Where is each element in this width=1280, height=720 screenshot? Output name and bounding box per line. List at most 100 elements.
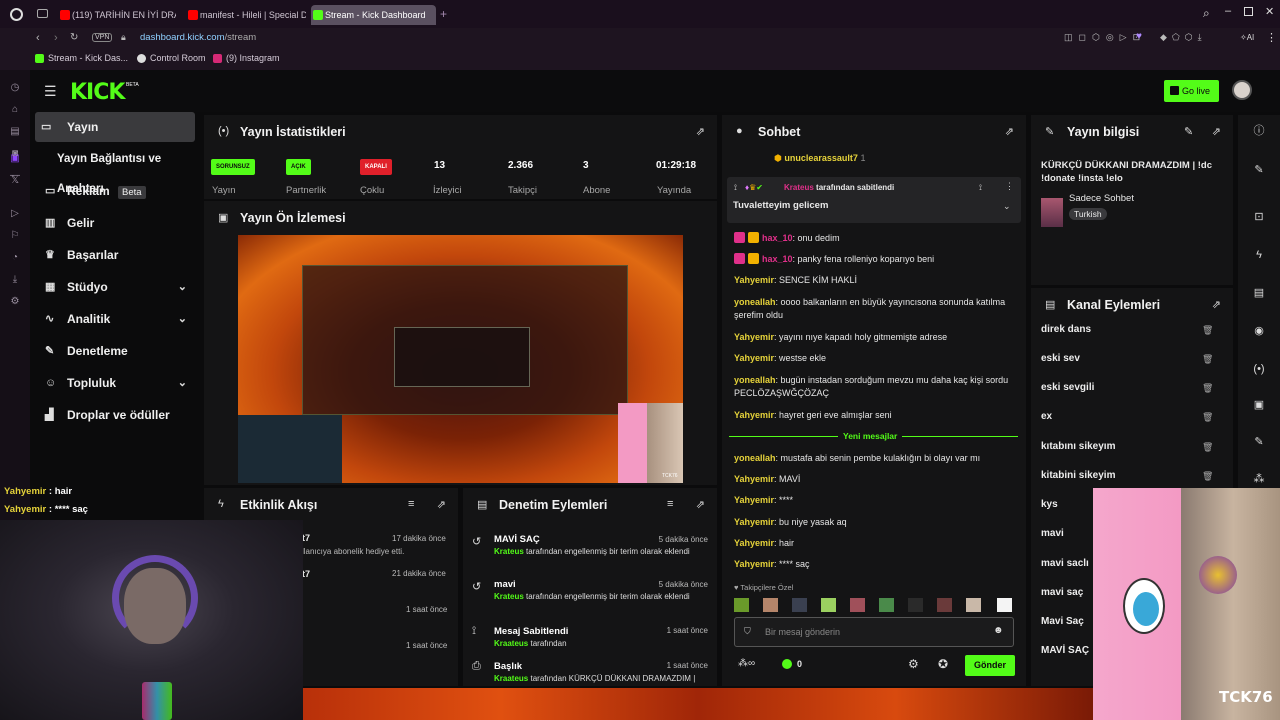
settings-icon[interactable]: ⚙ — [9, 296, 21, 308]
download-icon[interactable]: ⤓ — [9, 274, 21, 286]
search-icon[interactable]: ⌕ — [1203, 6, 1210, 21]
new-tab-icon[interactable]: + — [440, 7, 447, 21]
stream-preview-video[interactable]: TCK76 — [238, 235, 683, 483]
trash-icon[interactable]: 🗑︎ — [1202, 471, 1213, 482]
chat-message[interactable]: Yahyemir: westse ekle — [734, 352, 1014, 365]
chat-message[interactable]: hax_10: onu dedim — [734, 232, 1014, 245]
sidebar-item-topluluk[interactable]: ☺ Topluluk ⌄ — [35, 368, 195, 398]
chat-message[interactable]: Yahyemir: SENCE KİM HAKLİ — [734, 274, 1014, 287]
sidebar-item-gelir[interactable]: ▥ Gelir — [35, 208, 195, 238]
pinned-message[interactable]: ⟟ ♦♛✔ Krateus tarafından sabitlendi ⟟ ⋮ … — [727, 177, 1021, 223]
undo-icon[interactable]: ↺ — [472, 535, 481, 548]
reload-icon[interactable]: ↻ — [70, 32, 78, 43]
player-icon[interactable]: ▷ — [9, 208, 21, 220]
chat-message[interactable]: Yahyemir: **** — [734, 494, 1014, 507]
maximize-icon[interactable] — [1244, 7, 1253, 16]
trash-icon[interactable]: 🗑︎ — [1202, 412, 1213, 423]
twitch-icon[interactable]: ▣ — [9, 153, 21, 165]
browser-tab[interactable]: (119) TARİHİN EN İYİ DRAM — [58, 5, 176, 25]
users-icon[interactable]: ⁂ — [1252, 472, 1266, 486]
pin-icon[interactable]: ⟟ — [979, 183, 982, 193]
bookmark-item[interactable]: (9) Instagram — [213, 53, 280, 63]
chat-message[interactable]: Yahyemir: **** saç — [734, 558, 1014, 571]
chat-message[interactable]: hax_10: panky fena rolleniyo koparıyo be… — [734, 253, 1014, 266]
chat-message[interactable]: yoneallah: bugün instadan sorduğum mevzu… — [734, 374, 1014, 400]
undo-icon[interactable]: ↺ — [472, 580, 481, 593]
sidebar-item-yayin[interactable]: ▭ Yayın — [35, 112, 195, 142]
trash-icon[interactable]: 🗑︎ — [1202, 383, 1213, 394]
x-icon[interactable]: 𝕏 — [9, 175, 21, 187]
settings-icon[interactable]: ⚙ — [908, 657, 919, 671]
emoji-icon[interactable]: ☻ — [993, 625, 1004, 636]
url-field[interactable]: dashboard.kick.com/stream — [140, 32, 256, 43]
emote-icon[interactable] — [908, 598, 923, 612]
chat-message[interactable]: Yahyemir: hayret geri eve almışlar seni — [734, 409, 1014, 422]
emote-icon[interactable] — [966, 598, 981, 612]
chat-message[interactable]: yoneallah: mustafa abi senin pembe kulak… — [734, 452, 1014, 465]
hamburger-menu-icon[interactable]: ☰ — [44, 83, 57, 100]
browser-tab-active[interactable]: Stream - Kick Dashboard — [311, 5, 436, 25]
chat-message[interactable]: yoneallah: oooo balkanların en büyük yay… — [734, 296, 1014, 322]
opera-logo-icon[interactable] — [10, 8, 23, 21]
emote-icon[interactable] — [937, 598, 952, 612]
bookmark-item[interactable]: Control Room — [137, 53, 206, 63]
kick-logo[interactable]: KICK — [70, 80, 125, 105]
heart-icon[interactable]: ♥ — [1136, 31, 1142, 42]
edit-icon[interactable]: ✎ — [1252, 163, 1266, 177]
history-icon[interactable]: ◷ — [9, 82, 21, 94]
bookmark-icon[interactable]: ⚐ — [9, 230, 21, 242]
chevron-down-icon[interactable]: ⌄ — [1003, 201, 1011, 212]
chat-bubble-icon[interactable]: ◉ — [1252, 324, 1266, 338]
popout-icon[interactable]: ⇗ — [696, 125, 705, 138]
minimize-icon[interactable]: – — [1225, 5, 1231, 17]
popout-icon[interactable]: ⇗ — [696, 498, 705, 511]
stack-icon[interactable]: ▣ — [1252, 398, 1266, 412]
toolbar-icons[interactable]: ◆⬠⬡⤓ — [1160, 32, 1207, 43]
sidebar-item-denetleme[interactable]: ✎ Denetleme — [35, 336, 195, 366]
emote-icon[interactable] — [821, 598, 836, 612]
bolt-icon[interactable]: ϟ — [1252, 248, 1266, 262]
close-icon[interactable]: ✕ — [1265, 5, 1274, 18]
ai-icon[interactable]: ✧AI — [1240, 33, 1254, 42]
sidebar-item-analitik[interactable]: ∿ Analitik ⌄ — [35, 304, 195, 334]
filter-icon[interactable]: ≡ — [408, 498, 414, 510]
edit-icon[interactable]: ✎ — [1184, 125, 1193, 138]
emote-icon[interactable] — [792, 598, 807, 612]
send-button[interactable]: Gönder — [965, 655, 1015, 676]
extensions-icon[interactable]: ◫◻⬡◎▷⊡ — [1064, 32, 1146, 43]
chat-message[interactable]: Yahyemir: hair — [734, 537, 1014, 550]
menu-icon[interactable]: ⋮ — [1266, 31, 1277, 44]
back-icon[interactable]: ‹ — [36, 32, 40, 44]
pinboard-icon[interactable]: ▤ — [9, 126, 21, 138]
clock-icon[interactable]: ◔ — [9, 252, 21, 264]
forward-icon[interactable]: › — [54, 32, 58, 44]
emote-picker-icon[interactable]: ✪ — [938, 657, 948, 671]
popout-icon[interactable]: ⇗ — [1212, 125, 1221, 138]
avatar[interactable] — [1232, 80, 1252, 100]
chat-message[interactable]: Yahyemir: MAVİ — [734, 473, 1014, 486]
aria-icon[interactable]: ⌂ — [9, 104, 21, 116]
info-icon[interactable]: ⓘ — [1252, 124, 1266, 138]
trash-icon[interactable]: 🗑︎ — [1202, 442, 1213, 453]
points-icon[interactable]: ⁂∞ — [738, 658, 755, 669]
emote-icon[interactable] — [997, 598, 1012, 612]
go-live-button[interactable]: Go live — [1164, 80, 1219, 102]
trash-icon[interactable]: 🗑︎ — [1202, 354, 1213, 365]
sidebar-item-basarilar[interactable]: ♛ Başarılar — [35, 240, 195, 270]
wrench-icon[interactable]: ✎ — [1252, 435, 1266, 449]
chat-message[interactable]: Yahyemir: yayını nıye kapadı holy gitmem… — [734, 331, 1014, 344]
emote-icon[interactable] — [879, 598, 894, 612]
bookmark-item[interactable]: Stream - Kick Das... — [35, 53, 128, 63]
emote-icon[interactable] — [734, 598, 749, 612]
browser-tab[interactable]: manifest - Hileli | Special D — [186, 5, 306, 25]
sidebar-item-studyo[interactable]: ▦ Stüdyo ⌄ — [35, 272, 195, 302]
sidebar-item-reklam[interactable]: ▭ Reklam Beta — [35, 176, 195, 206]
chat-message[interactable]: Yahyemir: bu niye yasak aq — [734, 516, 1014, 529]
more-icon[interactable]: ⋮ — [1005, 181, 1014, 192]
popout-icon[interactable]: ⇗ — [1212, 298, 1221, 311]
emote-icon[interactable] — [850, 598, 865, 612]
popout-icon[interactable]: ⇗ — [1005, 125, 1014, 138]
broadcast-icon[interactable]: (•) — [1252, 362, 1266, 376]
sidebar-item-droplar[interactable]: ▟ Droplar ve ödüller — [35, 400, 195, 430]
vpn-badge[interactable]: VPN — [92, 33, 113, 42]
